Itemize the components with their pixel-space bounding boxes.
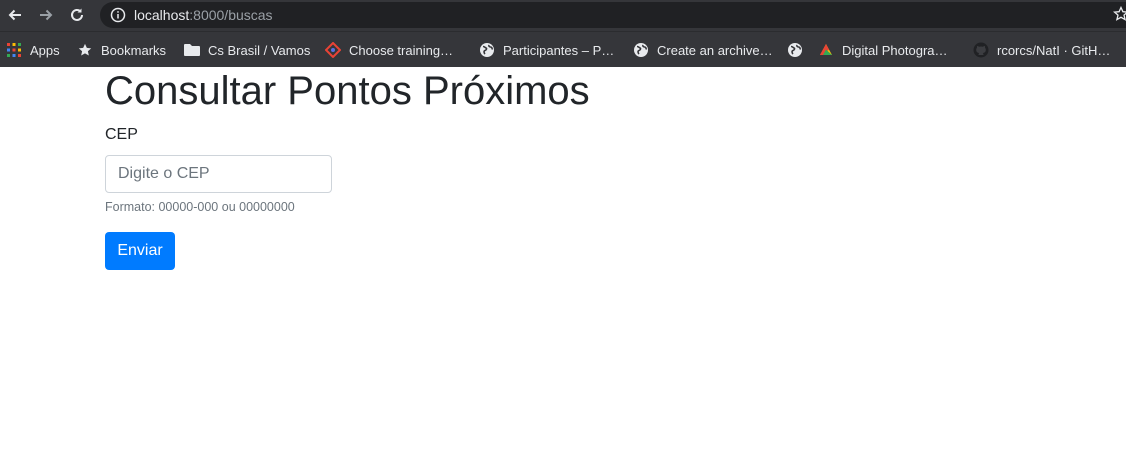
cep-format-hint: Formato: 00000-000 ou 00000000 <box>105 200 295 214</box>
info-icon[interactable] <box>110 7 126 28</box>
submit-button[interactable]: Enviar <box>105 232 175 270</box>
cep-input[interactable] <box>105 155 332 193</box>
forward-arrow-icon[interactable] <box>35 4 57 26</box>
bookmark-label: Participantes – P… <box>503 42 615 58</box>
star-icon <box>77 42 93 58</box>
page-title: Consultar Pontos Próximos <box>105 69 590 113</box>
bookmarks-bar: Apps Bookmarks Cs Brasil / Vamos Choose … <box>0 31 1126 67</box>
browser-toolbar: localhost:8000/buscas <box>0 0 1126 31</box>
bookmark-apps[interactable]: Apps <box>6 40 60 60</box>
bookmark-label: Create an archive… <box>657 42 773 58</box>
github-icon <box>973 42 989 58</box>
globe-icon <box>633 42 649 58</box>
globe-icon <box>787 42 803 58</box>
bookmark-choose-training[interactable]: Choose training… <box>325 40 453 60</box>
bookmark-create-archive[interactable]: Create an archive… <box>633 40 773 60</box>
bookmark-label: Apps <box>30 42 60 58</box>
reload-icon[interactable] <box>66 4 88 26</box>
url-path: :8000/buscas <box>189 7 273 23</box>
bookmark-digital-photography[interactable]: Digital Photogra… <box>818 40 948 60</box>
bookmark-label: rcorcs/NatI · GitH… <box>997 42 1111 58</box>
folder-icon <box>184 42 200 58</box>
bookmark-label: Choose training… <box>349 42 454 58</box>
url-host: localhost <box>134 7 190 23</box>
globe-icon <box>479 42 495 58</box>
bookmark-github[interactable]: rcorcs/NatI · GitH… <box>973 40 1110 60</box>
cep-label: CEP <box>105 126 138 143</box>
bookmark-participantes[interactable]: Participantes – P… <box>479 40 614 60</box>
apps-grid-icon <box>6 42 22 58</box>
address-bar[interactable]: localhost:8000/buscas <box>100 2 1126 28</box>
bookmark-bookmarks[interactable]: Bookmarks <box>77 40 166 60</box>
bookmark-untitled[interactable] <box>787 40 811 60</box>
site-favicon <box>325 42 341 58</box>
back-arrow-icon[interactable] <box>4 4 26 26</box>
bookmark-folder-cs-brasil[interactable]: Cs Brasil / Vamos <box>184 40 310 60</box>
star-icon[interactable] <box>1112 5 1126 27</box>
site-favicon <box>818 42 834 58</box>
bookmark-label: Digital Photogra… <box>842 42 948 58</box>
url-text: localhost:8000/buscas <box>134 7 273 23</box>
bookmark-label: Bookmarks <box>101 42 167 58</box>
bookmark-label: Cs Brasil / Vamos <box>208 42 311 58</box>
